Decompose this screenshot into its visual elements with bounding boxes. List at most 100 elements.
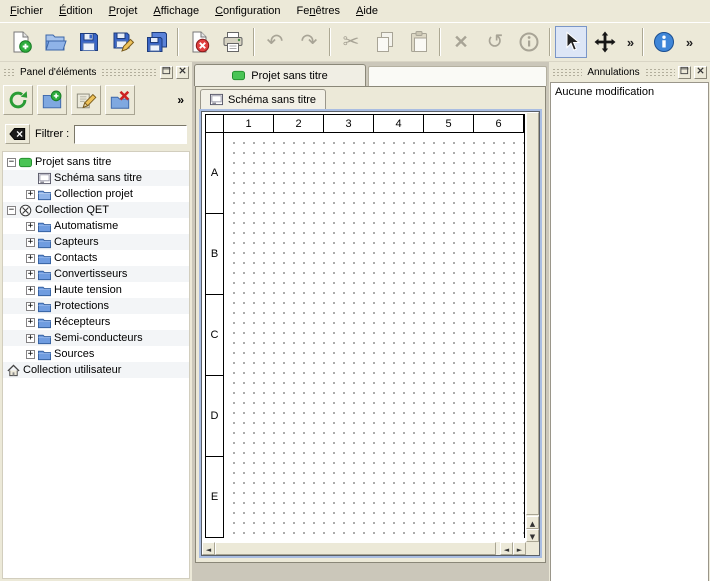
schema-tab[interactable]: Schéma sans titre: [200, 89, 326, 109]
new-project-button[interactable]: [5, 26, 37, 58]
close-icon: [178, 66, 187, 78]
tree-item-capteurs[interactable]: + Capteurs: [3, 234, 189, 250]
delete-button[interactable]: ✕: [445, 26, 477, 58]
menu-edition[interactable]: Édition: [51, 1, 101, 21]
dock-grip[interactable]: [3, 68, 15, 77]
expand-icon[interactable]: +: [26, 270, 35, 279]
tree-item-collection-qet[interactable]: −Collection QET: [3, 202, 189, 218]
save-button[interactable]: [73, 26, 105, 58]
menu-configuration[interactable]: Configuration: [207, 1, 288, 21]
tree-item-haute-tension[interactable]: + Haute tension: [3, 282, 189, 298]
mode-overflow-button[interactable]: »: [623, 26, 638, 58]
collapse-icon[interactable]: −: [7, 206, 16, 215]
undo-list-item[interactable]: Aucune modification: [551, 83, 708, 101]
toolbar-separator: [177, 28, 179, 56]
copy-button[interactable]: [369, 26, 401, 58]
scroll-up-button[interactable]: ▲: [526, 516, 539, 529]
undo-panel: Annulations Aucune modification: [549, 62, 710, 581]
column-header-1: 1: [224, 115, 274, 132]
rotate-button[interactable]: ↺: [479, 26, 511, 58]
select-mode-button[interactable]: [555, 26, 587, 58]
tree-item-protections[interactable]: +Protections: [3, 298, 189, 314]
tree-item-label: Collection utilisateur: [23, 364, 121, 376]
undo-button[interactable]: ↶: [259, 26, 291, 58]
horizontal-scrollbar-thumb[interactable]: [215, 542, 496, 555]
project-tab[interactable]: Projet sans titre: [194, 64, 366, 86]
menu-projet[interactable]: Projet: [101, 1, 146, 21]
expand-icon[interactable]: +: [26, 190, 35, 199]
collection-icon: [38, 188, 51, 201]
filter-input[interactable]: [74, 125, 187, 144]
dock-texture: [552, 68, 582, 77]
element-info-button[interactable]: [513, 26, 545, 58]
horizontal-scrollbar[interactable]: ◄ ◄ ►: [202, 542, 526, 555]
float-panel-button[interactable]: [678, 66, 691, 79]
tree-item-projet-sans-titre[interactable]: − Projet sans titre: [3, 154, 189, 170]
delete-element-button[interactable]: [105, 85, 135, 115]
tree-item-label: Projet sans titre: [35, 156, 111, 168]
float-panel-button[interactable]: [160, 66, 173, 79]
tree-item-convertisseurs[interactable]: +Convertisseurs: [3, 266, 189, 282]
vertical-scrollbar-thumb[interactable]: [526, 112, 539, 515]
tree-item-sources[interactable]: +Sources: [3, 346, 189, 362]
tree-item-automatisme[interactable]: +Automatisme: [3, 218, 189, 234]
expand-icon[interactable]: +: [26, 334, 35, 343]
pan-mode-button[interactable]: [589, 26, 621, 58]
folder-icon: [38, 252, 51, 265]
menu-aide[interactable]: Aide: [348, 1, 386, 21]
tree-item-collection-utilisateur[interactable]: Collection utilisateur: [3, 362, 189, 378]
folder-icon: [38, 284, 51, 297]
toolbar-overflow-button[interactable]: »: [682, 26, 697, 58]
close-project-button[interactable]: [183, 26, 215, 58]
tree-item-recepteurs[interactable]: +Récepteurs: [3, 314, 189, 330]
row-header-A: A: [206, 133, 223, 214]
paste-button[interactable]: [403, 26, 435, 58]
expand-icon[interactable]: +: [26, 222, 35, 231]
reload-collections-button[interactable]: [3, 85, 33, 115]
tree-item-contacts[interactable]: +Contacts: [3, 250, 189, 266]
print-button[interactable]: [217, 26, 249, 58]
cut-button[interactable]: ✂: [335, 26, 367, 58]
triangle-left-icon: ◄: [504, 543, 509, 555]
expand-icon[interactable]: +: [26, 254, 35, 263]
expand-icon[interactable]: +: [26, 302, 35, 311]
undo-list: Aucune modification: [550, 82, 709, 581]
expand-icon[interactable]: +: [26, 238, 35, 247]
redo-button[interactable]: ↷: [293, 26, 325, 58]
save-as-button[interactable]: [107, 26, 139, 58]
elements-tree: −Projet sans titreSchéma sans titre+Coll…: [2, 151, 190, 579]
tree-item-collection-projet[interactable]: +Collection projet: [3, 186, 189, 202]
tree-item-semi-conducteurs[interactable]: +Semi-conducteurs: [3, 330, 189, 346]
schema-canvas[interactable]: 123456 ABCDE: [202, 112, 526, 542]
collapse-icon[interactable]: −: [7, 158, 16, 167]
scroll-down-button[interactable]: ▼: [526, 529, 539, 542]
menu-affichage[interactable]: Affichage: [145, 1, 207, 21]
scroll-left-button-2[interactable]: ◄: [500, 542, 513, 555]
vertical-scrollbar[interactable]: ▲ ▼: [526, 112, 539, 542]
close-panel-button[interactable]: [176, 66, 189, 79]
tree-item-schema-sans-titre[interactable]: Schéma sans titre: [3, 170, 189, 186]
about-qet-button[interactable]: [648, 26, 680, 58]
new-element-button[interactable]: [37, 85, 67, 115]
scroll-right-button[interactable]: ►: [513, 542, 526, 555]
elements-toolbar-overflow[interactable]: »: [172, 93, 189, 107]
expand-icon[interactable]: +: [26, 286, 35, 295]
triangle-up-icon: ▲: [530, 517, 535, 529]
menu-fichier[interactable]: Fichier: [2, 1, 51, 21]
column-header-2: 2: [274, 115, 324, 132]
close-panel-button[interactable]: [694, 66, 707, 79]
row-header-E: E: [206, 457, 223, 538]
clear-filter-button[interactable]: [5, 124, 30, 144]
expand-icon[interactable]: +: [26, 350, 35, 359]
titleblock-frame: 123456 ABCDE: [205, 114, 525, 538]
open-project-button[interactable]: [39, 26, 71, 58]
menu-fenetres[interactable]: Fenêtres: [289, 1, 348, 21]
tree-item-label: Capteurs: [54, 236, 99, 248]
edit-element-button[interactable]: [71, 85, 101, 115]
expand-icon[interactable]: +: [26, 318, 35, 327]
tree-item-label: Haute tension: [54, 284, 122, 296]
row-header-B: B: [206, 214, 223, 295]
save-all-button[interactable]: [141, 26, 173, 58]
scrollbar-corner: [526, 542, 539, 555]
scroll-left-button[interactable]: ◄: [202, 542, 215, 555]
